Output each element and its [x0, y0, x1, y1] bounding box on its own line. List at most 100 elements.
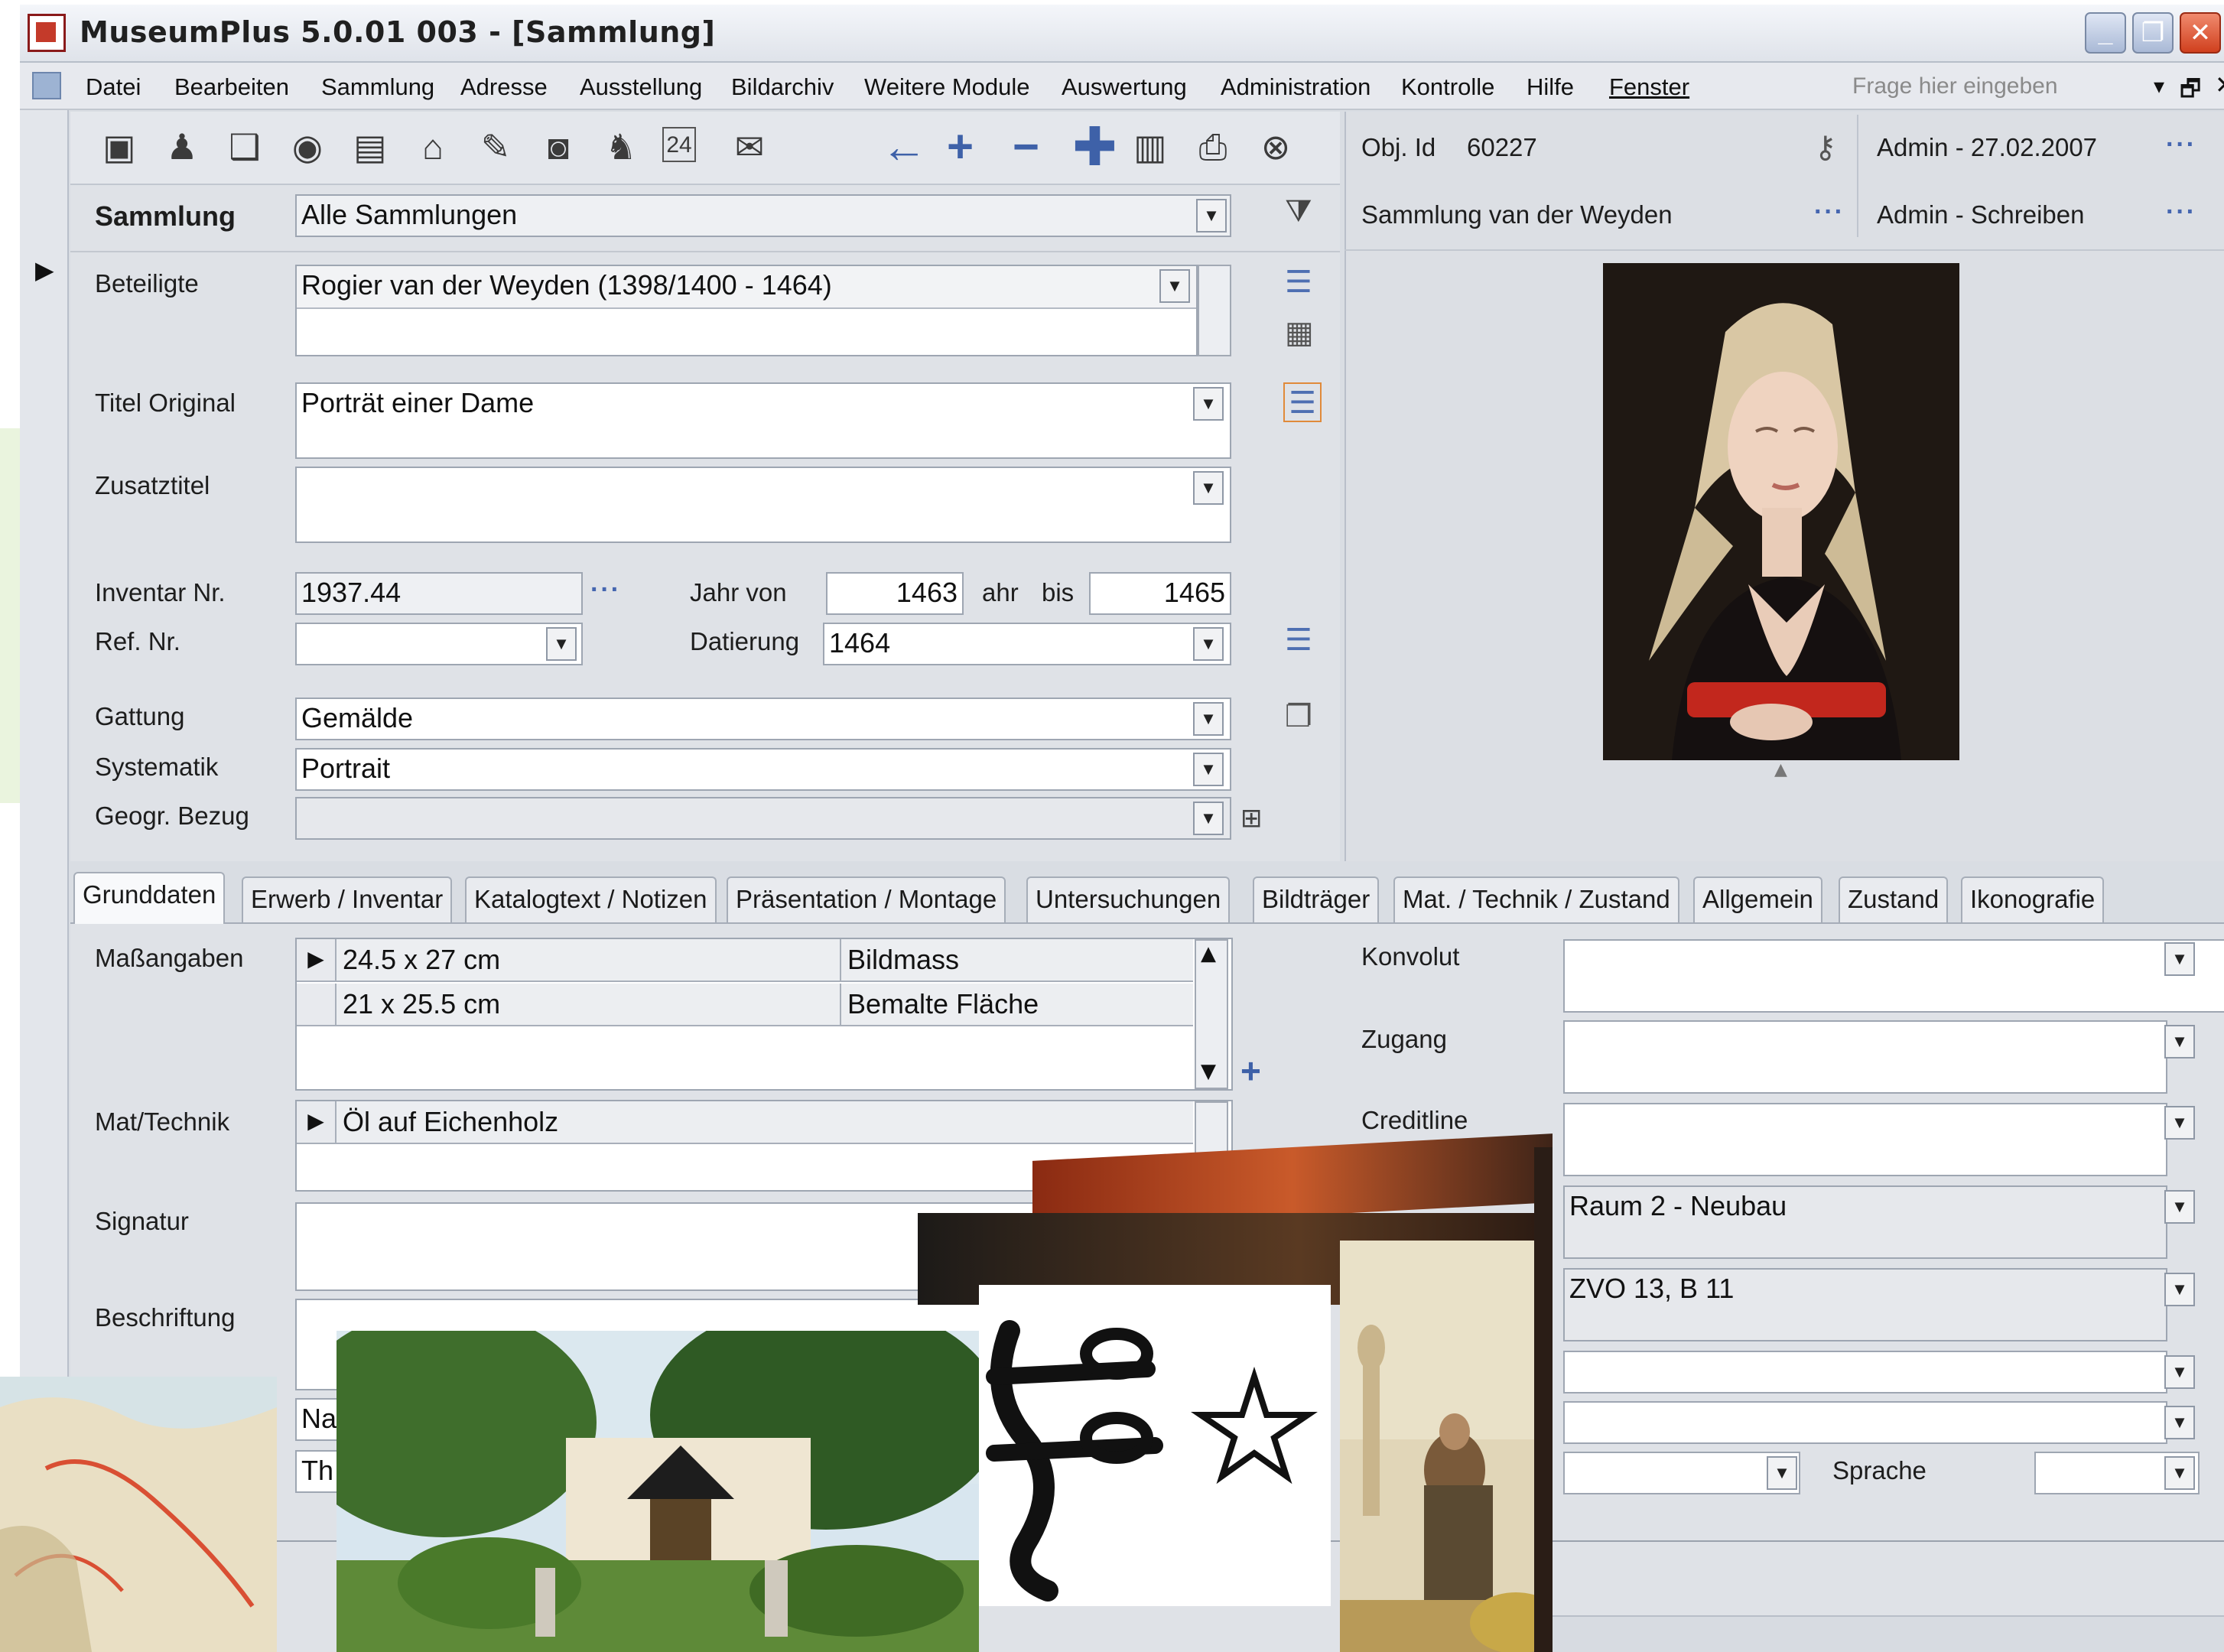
zusatztitel-field[interactable] [295, 467, 1231, 543]
konvolut-field[interactable] [1563, 939, 2224, 1013]
print-icon[interactable]: ⎙ [1192, 127, 1234, 170]
mat-technik-value[interactable]: Öl auf Eichenholz [337, 1101, 1193, 1144]
key-icon[interactable]: ⚷ [1814, 130, 1836, 165]
sprache-dropdown-icon[interactable]: ▼ [2164, 1456, 2195, 1490]
list-icon[interactable]: ▥ [1129, 127, 1172, 170]
remove-icon[interactable]: − [1013, 124, 1039, 170]
calendar-icon[interactable]: 24 [662, 127, 696, 162]
close-doc-icon[interactable]: ✕ [2215, 70, 2224, 99]
masse-row-2-type[interactable]: Bemalte Fläche [841, 984, 1193, 1026]
document-icon[interactable]: ▤ [349, 127, 392, 170]
zugang-field[interactable] [1563, 1020, 2167, 1094]
beteiligte-scrollbar[interactable] [1198, 265, 1231, 356]
sammlung-select[interactable]: Alle Sammlungen [295, 194, 1231, 237]
hierarchy-icon[interactable]: ⊞ [1240, 803, 1263, 834]
restore-doc-icon[interactable]: 🗗 [2180, 72, 2201, 111]
konvolut-dropdown-icon[interactable]: ▼ [2164, 942, 2195, 976]
menu-adresse[interactable]: Adresse [460, 73, 548, 101]
app-logo-icon[interactable] [28, 14, 66, 52]
geogr-dropdown-icon[interactable]: ▼ [1193, 802, 1224, 835]
object-image-portrait[interactable] [1603, 263, 1959, 760]
menu-kontrolle[interactable]: Kontrolle [1401, 73, 1494, 101]
menu-datei[interactable]: Datei [86, 73, 141, 101]
zugang-dropdown-icon[interactable]: ▼ [2164, 1025, 2195, 1059]
zusatztitel-dropdown-icon[interactable]: ▼ [1193, 471, 1224, 505]
help-search-input[interactable]: Frage hier eingeben [1845, 69, 2151, 102]
menu-ausstellung[interactable]: Ausstellung [580, 73, 702, 101]
camera-icon[interactable]: ◙ [537, 127, 580, 170]
extra-field-2[interactable] [1563, 1401, 2167, 1444]
inventar-field[interactable]: 1937.44 [295, 572, 583, 615]
language-code-dropdown-icon[interactable]: ▼ [1767, 1456, 1797, 1490]
copy-icon[interactable]: ❐ [1285, 699, 1312, 734]
masse-row-2-value[interactable]: 21 x 25.5 cm [337, 984, 841, 1026]
menu-hilfe[interactable]: Hilfe [1527, 73, 1574, 101]
envelope-icon[interactable]: ✉ [728, 127, 771, 170]
datierung-lines-icon[interactable]: ☰ [1285, 623, 1312, 658]
collection-more-icon[interactable]: ··· [1814, 197, 1845, 227]
books-icon[interactable]: ❑ [223, 127, 266, 170]
standort-dropdown-icon[interactable]: ▼ [2164, 1190, 2195, 1224]
person-icon[interactable]: ♟ [161, 127, 203, 170]
systematik-dropdown-icon[interactable]: ▼ [1193, 753, 1224, 786]
tab-mat-technik-zustand[interactable]: Mat. / Technik / Zustand [1393, 876, 1679, 922]
person-book-icon[interactable]: ▦ [1285, 315, 1314, 350]
eye-icon[interactable]: ◉ [286, 127, 329, 170]
scroll-down-icon[interactable]: ▼ [1201, 1060, 1216, 1083]
scroll-up-icon[interactable]: ▲ [1201, 942, 1216, 965]
tab-ikonografie[interactable]: Ikonografie [1961, 876, 2105, 922]
filter-icon[interactable]: ⧩ [1285, 194, 1312, 229]
geogr-bezug-field[interactable] [295, 797, 1231, 840]
extra1-dropdown-icon[interactable]: ▼ [2164, 1355, 2195, 1389]
menu-fenster[interactable]: Fenster [1609, 73, 1689, 101]
standort2-field[interactable]: ZVO 13, B 11 [1563, 1268, 2167, 1341]
beteiligte-dropdown-icon[interactable]: ▼ [1159, 269, 1190, 303]
tab-erwerb-inventar[interactable]: Erwerb / Inventar [242, 876, 453, 922]
tab-allgemein[interactable]: Allgemein [1693, 876, 1822, 922]
add-bold-icon[interactable]: ✚ [1072, 120, 1117, 174]
gattung-field[interactable]: Gemälde [295, 698, 1231, 740]
titel-dropdown-icon[interactable]: ▼ [1193, 387, 1224, 421]
tab-grunddaten[interactable]: Grunddaten [73, 872, 226, 924]
creditline-dropdown-icon[interactable]: ▼ [2164, 1106, 2195, 1140]
standort-field[interactable]: Raum 2 - Neubau [1563, 1185, 2167, 1259]
systematik-field[interactable]: Portrait [295, 748, 1231, 791]
ref-nr-dropdown-icon[interactable]: ▼ [546, 627, 577, 661]
standort2-dropdown-icon[interactable]: ▼ [2164, 1273, 2195, 1306]
admin-date-more-icon[interactable]: ··· [2166, 130, 2196, 160]
group-icon[interactable]: ♞ [600, 127, 642, 170]
document-menu-icon[interactable] [32, 72, 61, 99]
tab-untersuchungen[interactable]: Untersuchungen [1026, 876, 1231, 922]
datierung-dropdown-icon[interactable]: ▼ [1193, 627, 1224, 661]
masse-row-pointer-icon[interactable]: ▶ [297, 939, 337, 982]
tab-praesentation-montage[interactable]: Präsentation / Montage [727, 876, 1006, 922]
help-dropdown-icon[interactable]: ▾ [2154, 73, 2164, 99]
beteiligte-value[interactable]: Rogier van der Weyden (1398/1400 - 1464) [297, 266, 1196, 309]
extra2-dropdown-icon[interactable]: ▼ [2164, 1406, 2195, 1439]
close-icon[interactable]: ✕ [2180, 12, 2221, 54]
binoculars-icon[interactable]: ⊗ [1254, 127, 1297, 170]
datierung-field[interactable]: 1464 [823, 623, 1231, 665]
admin-mode-more-icon[interactable]: ··· [2166, 197, 2196, 227]
ref-nr-field[interactable] [295, 623, 583, 665]
menu-weitere-module[interactable]: Weitere Module [864, 73, 1030, 101]
back-arrow-icon[interactable]: ← [881, 124, 927, 170]
record-pointer-icon[interactable]: ▶ [35, 255, 54, 285]
menu-auswertung[interactable]: Auswertung [1062, 73, 1187, 101]
menu-bearbeiten[interactable]: Bearbeiten [174, 73, 289, 101]
masse-add-icon[interactable]: + [1240, 1048, 1261, 1094]
creditline-field[interactable] [1563, 1103, 2167, 1176]
masse-row-1-type[interactable]: Bildmass [841, 939, 1193, 982]
language-code-field[interactable] [1563, 1452, 1800, 1494]
masse-row-selector[interactable] [297, 984, 337, 1026]
sammlung-dropdown-icon[interactable]: ▼ [1196, 199, 1227, 233]
tab-bildtraeger[interactable]: Bildträger [1253, 876, 1380, 922]
menu-bildarchiv[interactable]: Bildarchiv [731, 73, 834, 101]
jahr-von-field[interactable]: 1463 [826, 572, 964, 615]
restore-icon[interactable]: ❐ [2132, 12, 2174, 54]
extra-field-1[interactable] [1563, 1351, 2167, 1393]
notes-lines-icon[interactable]: ☰ [1283, 382, 1322, 422]
mat-row-pointer-icon[interactable]: ▶ [297, 1101, 337, 1144]
masse-row-1-value[interactable]: 24.5 x 27 cm [337, 939, 841, 982]
house-icon[interactable]: ⌂ [411, 127, 454, 170]
